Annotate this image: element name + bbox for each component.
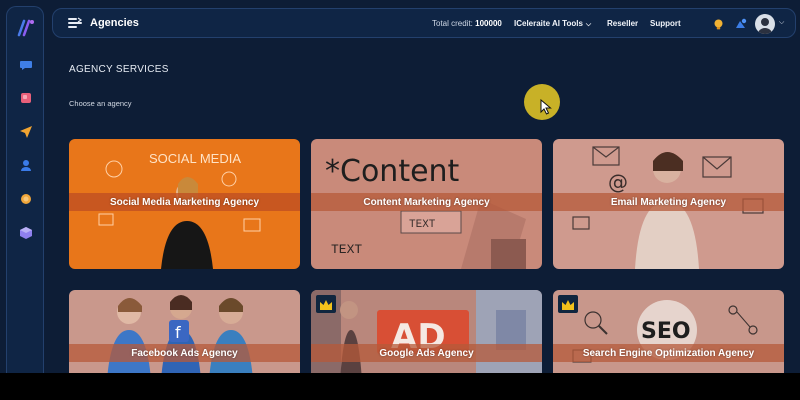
total-credit: Total credit: 100000 — [432, 19, 502, 28]
avatar-chevron-down-icon[interactable]: ⌵ — [779, 19, 784, 27]
card-label-band: Email Marketing Agency — [553, 193, 784, 211]
card-label-band: Content Marketing Agency — [311, 193, 542, 211]
card-label-band: Social Media Marketing Agency — [69, 193, 300, 211]
chat-icon[interactable] — [18, 57, 34, 73]
menu-toggle-icon[interactable] — [68, 17, 83, 29]
mouse-pointer-icon — [540, 99, 552, 115]
premium-crown-icon — [316, 295, 336, 313]
app-logo[interactable] — [15, 17, 37, 39]
user-icon[interactable] — [18, 157, 34, 173]
card-label: Google Ads Agency — [379, 347, 474, 359]
nav-ai-tools-label: ICeleraite AI Tools — [514, 19, 583, 28]
nav-reseller[interactable]: Reseller — [607, 19, 638, 28]
nav-support[interactable]: Support — [650, 19, 681, 28]
card-label: Content Marketing Agency — [363, 196, 490, 208]
box-icon[interactable] — [18, 225, 34, 241]
social-media-image-text: SOCIAL MEDIA — [149, 151, 241, 166]
user-avatar[interactable] — [755, 14, 775, 34]
card-label-band: Search Engine Optimization Agency — [553, 344, 784, 362]
coin-icon[interactable] — [18, 191, 34, 207]
agency-card-email-marketing[interactable]: @ Email Marketing Agency — [553, 139, 784, 269]
nav-ai-tools-dropdown[interactable]: ICeleraite AI Tools ⌵ — [514, 19, 591, 29]
svg-text:f: f — [175, 323, 181, 342]
page-title: Agencies — [90, 17, 139, 29]
card-label-band: Google Ads Agency — [311, 344, 542, 362]
premium-crown-icon — [558, 295, 578, 313]
card-label: Email Marketing Agency — [610, 196, 727, 208]
card-label: Search Engine Optimization Agency — [582, 347, 755, 359]
lightbulb-icon[interactable] — [712, 18, 725, 31]
black-letterbox-bar — [0, 373, 800, 400]
card-label-band: Facebook Ads Agency — [69, 344, 300, 362]
card-label: Social Media Marketing Agency — [109, 196, 260, 208]
tag-icon[interactable] — [18, 90, 34, 106]
top-navbar: Agencies Total credit: 100000 ICeleraite… — [52, 8, 796, 38]
notifications-icon[interactable] — [734, 18, 747, 31]
section-title: AGENCY SERVICES — [69, 64, 169, 75]
card-label: Facebook Ads Agency — [131, 347, 238, 359]
credit-label: Total credit: — [432, 19, 473, 28]
app-window: Agencies Total credit: 100000 ICeleraite… — [0, 0, 800, 373]
content-image-text-2: TEXT — [409, 219, 436, 231]
agency-card-facebook-ads[interactable]: f Facebook Ads Agency — [69, 290, 300, 373]
svg-text:@: @ — [608, 170, 628, 194]
chevron-down-icon: ⌵ — [585, 21, 592, 28]
send-icon[interactable] — [18, 124, 34, 140]
agency-card-content-marketing[interactable]: *Content TEXT TEXT Content Marketing Age… — [311, 139, 542, 269]
agency-card-seo[interactable]: SEO Search Engine Optimization Agency — [553, 290, 784, 373]
seo-image-text: SEO — [641, 319, 691, 344]
section-subtitle: Choose an agency — [69, 99, 132, 108]
agency-card-social-media[interactable]: SOCIAL MEDIA Social Media Marketing Agen… — [69, 139, 300, 269]
credit-value: 100000 — [475, 19, 502, 28]
content-image-text-3: TEXT — [331, 242, 362, 257]
agency-card-google-ads[interactable]: AD Google Ads Agency — [311, 290, 542, 373]
sidebar — [6, 6, 44, 373]
content-image-text: *Content — [325, 154, 460, 189]
